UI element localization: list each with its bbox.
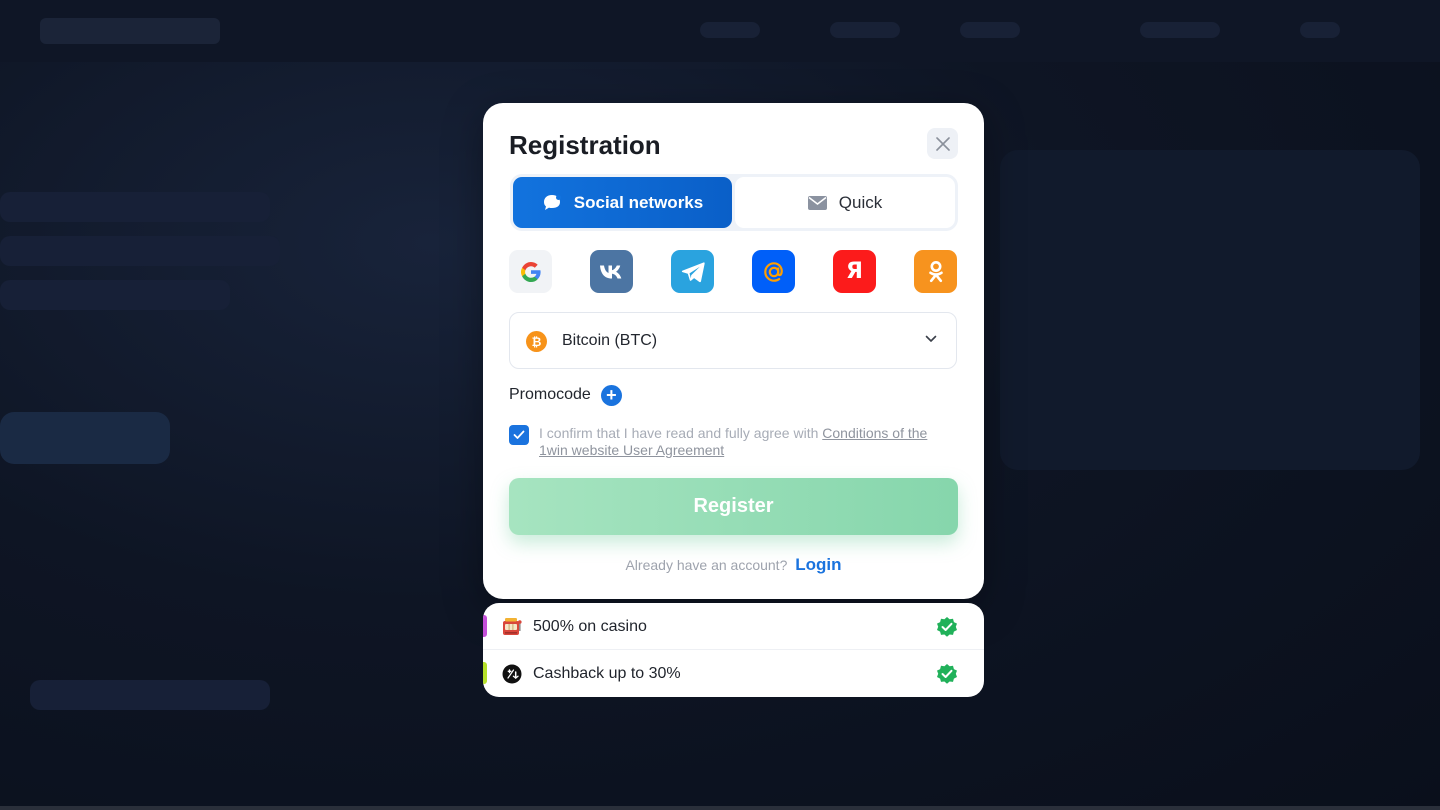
register-button[interactable]: Register (509, 478, 958, 535)
odnoklassniki-icon (928, 260, 943, 282)
yandex-login-button[interactable]: Я (833, 250, 876, 293)
cashback-coin-icon (501, 663, 523, 685)
agreement-text: I confirm that I have read and fully agr… (539, 425, 949, 459)
background-nav-item (700, 22, 760, 38)
close-icon (935, 136, 950, 151)
bonus-label: 500% on casino (533, 618, 647, 635)
tab-social-networks[interactable]: Social networks (513, 177, 732, 228)
background-nav-item (960, 22, 1020, 38)
mail-ru-login-button[interactable] (752, 250, 795, 293)
chevron-down-icon (925, 335, 937, 342)
verified-badge-icon (937, 617, 957, 637)
plus-icon: + (600, 384, 622, 406)
bonus-accent-bar (483, 662, 487, 684)
checkmark-icon (513, 430, 525, 439)
chat-bubble-icon (543, 194, 561, 210)
modal-title: Registration (509, 130, 661, 160)
background-nav-item (1140, 22, 1220, 38)
vk-icon (599, 265, 621, 278)
background-logo (40, 18, 220, 44)
background-text (0, 236, 280, 266)
promocode-label: Promocode (509, 386, 591, 403)
agreement-text-body: I confirm that I have read and fully agr… (539, 425, 823, 441)
bonus-label: Cashback up to 30% (533, 665, 681, 682)
yandex-icon: Я (846, 259, 863, 284)
vk-login-button[interactable] (590, 250, 633, 293)
registration-modal: Registration Social networks Quick Я ₿ B… (483, 103, 984, 599)
background-nav-item (830, 22, 900, 38)
social-login-row: Я (509, 250, 959, 293)
login-prompt-text: Already have an account? (625, 557, 788, 573)
background-bottom-bar (0, 806, 1440, 810)
tab-quick-label: Quick (838, 192, 883, 212)
background-nav-item (1300, 22, 1340, 38)
at-sign-icon (763, 261, 783, 282)
agreement-checkbox[interactable] (509, 425, 529, 445)
telegram-login-button[interactable] (671, 250, 714, 293)
login-prompt-row: Already have an account? Login (483, 555, 984, 575)
bonus-panel: 500% on casino Cashback up to 30% (483, 603, 984, 697)
login-link[interactable]: Login (795, 555, 841, 574)
bonus-accent-bar (483, 615, 487, 637)
verified-badge-icon (937, 664, 957, 684)
slot-machine-icon (501, 616, 523, 638)
background-text (0, 280, 230, 310)
background-card (1000, 150, 1420, 470)
envelope-icon (807, 195, 827, 210)
bonus-row: Cashback up to 30% (483, 649, 984, 696)
registration-tabs: Social networks Quick (510, 174, 958, 231)
bitcoin-icon: ₿ (526, 331, 547, 352)
currency-label: Bitcoin (BTC) (562, 332, 658, 349)
close-button[interactable] (927, 128, 958, 159)
google-icon (520, 261, 541, 282)
google-login-button[interactable] (509, 250, 552, 293)
tab-social-label: Social networks (573, 192, 704, 212)
telegram-icon (681, 261, 705, 282)
odnoklassniki-login-button[interactable] (914, 250, 957, 293)
currency-select[interactable]: ₿ Bitcoin (BTC) (509, 312, 957, 369)
tab-quick[interactable]: Quick (735, 177, 955, 228)
bonus-row: 500% on casino (483, 603, 984, 649)
background-button (0, 412, 170, 464)
promocode-toggle[interactable]: Promocode + (509, 384, 622, 406)
background-header (0, 0, 1440, 62)
background-text (30, 680, 270, 710)
background-text (0, 192, 270, 222)
